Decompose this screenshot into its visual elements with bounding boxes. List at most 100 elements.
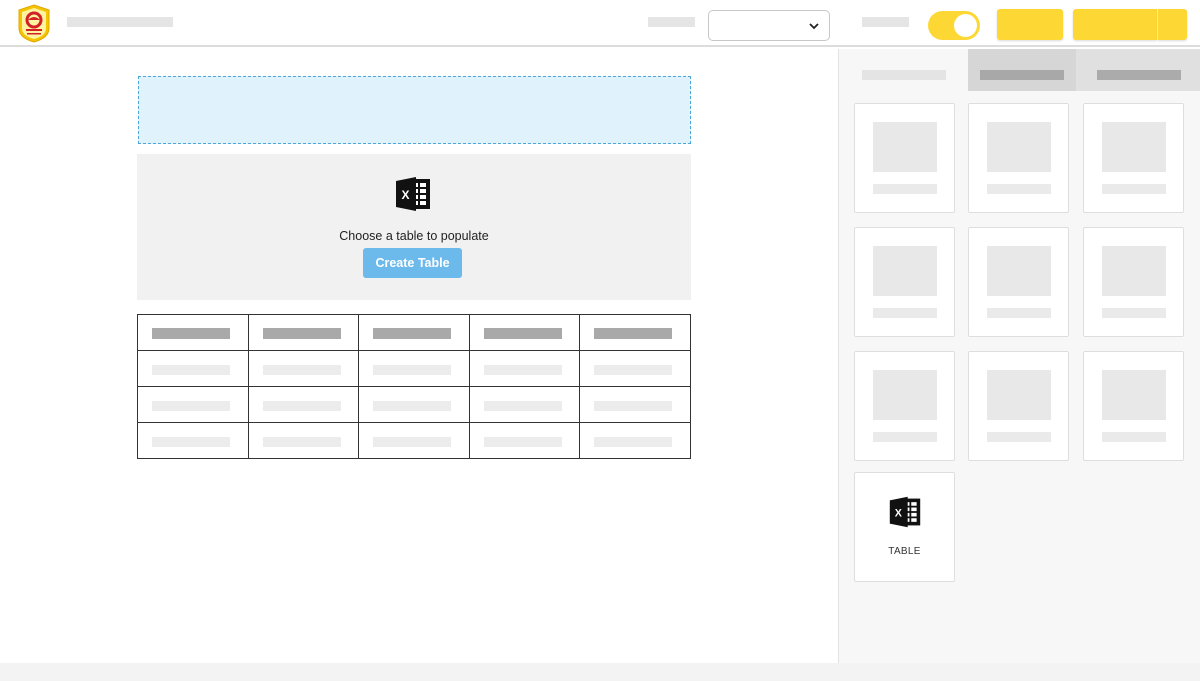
drop-zone[interactable] [138, 76, 691, 144]
cell-placeholder [483, 437, 562, 447]
toggle-knob [954, 14, 977, 37]
table-header-cell[interactable] [468, 314, 581, 351]
widget-thumbnail [873, 122, 937, 172]
table-header-row [137, 314, 691, 351]
widget-label-placeholder [873, 432, 937, 442]
widget-thumbnail [987, 246, 1051, 296]
widget-label-placeholder [1102, 184, 1166, 194]
excel-icon: X [889, 496, 921, 528]
svg-text:X: X [895, 507, 903, 519]
cell-placeholder [594, 365, 673, 375]
widget-label-placeholder [987, 184, 1051, 194]
cell-placeholder [152, 365, 230, 375]
brand-logo-icon[interactable] [17, 4, 51, 43]
table-widget-label: TABLE [888, 546, 921, 557]
widget-tile[interactable] [854, 103, 955, 213]
excel-icon: X [396, 177, 430, 211]
document-title-placeholder[interactable] [67, 17, 173, 27]
widget-thumbnail [873, 246, 937, 296]
svg-text:X: X [401, 188, 409, 202]
data-table[interactable] [137, 314, 691, 459]
header-placeholder [594, 328, 673, 339]
cell-placeholder [373, 437, 452, 447]
table-cell[interactable] [247, 386, 360, 423]
field-label-placeholder [648, 17, 695, 27]
table-header-cell[interactable] [358, 314, 470, 351]
toolbar-button[interactable] [997, 9, 1063, 40]
widget-thumbnail [1102, 370, 1166, 420]
widget-tile[interactable] [968, 103, 1069, 213]
action-menu-button[interactable] [1158, 9, 1187, 40]
table-cell[interactable] [137, 350, 249, 387]
sidebar-tab-1[interactable] [839, 49, 968, 91]
table-cell[interactable] [358, 350, 470, 387]
table-cell[interactable] [358, 386, 470, 423]
table-cell[interactable] [468, 386, 581, 423]
widget-thumbnail [1102, 246, 1166, 296]
table-header-cell[interactable] [579, 314, 691, 351]
table-cell[interactable] [137, 422, 249, 459]
table-row [137, 422, 691, 459]
widget-thumbnail [1102, 122, 1166, 172]
header-placeholder [152, 328, 230, 339]
widget-thumbnail [873, 370, 937, 420]
widget-label-placeholder [873, 308, 937, 318]
table-cell[interactable] [468, 350, 581, 387]
widget-tile[interactable] [968, 227, 1069, 337]
widget-tile[interactable] [968, 351, 1069, 461]
widget-thumbnail [987, 122, 1051, 172]
header-placeholder [483, 328, 562, 339]
tab-label-placeholder [1096, 70, 1181, 80]
table-cell[interactable] [579, 422, 691, 459]
header-placeholder [262, 328, 341, 339]
widget-tile[interactable] [1083, 103, 1184, 213]
create-table-button[interactable]: Create Table [363, 248, 462, 278]
table-row [137, 386, 691, 423]
sidebar-tab-3[interactable] [1076, 49, 1200, 91]
primary-action-button[interactable] [1073, 9, 1157, 40]
cell-placeholder [152, 401, 230, 411]
table-cell[interactable] [468, 422, 581, 459]
table-widget-tile[interactable]: X TABLE [854, 472, 955, 582]
cell-placeholder [594, 401, 673, 411]
widget-tile[interactable] [1083, 227, 1184, 337]
populate-message: Choose a table to populate [339, 229, 489, 243]
table-cell[interactable] [579, 350, 691, 387]
widget-thumbnail [987, 370, 1051, 420]
table-cell[interactable] [579, 386, 691, 423]
top-toolbar [0, 0, 1200, 47]
table-populate-panel: X Choose a table to populate Create Tabl… [137, 154, 691, 300]
bottom-strip [0, 663, 1200, 681]
widget-tile[interactable] [1083, 351, 1184, 461]
cell-placeholder [152, 437, 230, 447]
cell-placeholder [483, 401, 562, 411]
widget-label-placeholder [1102, 432, 1166, 442]
editor-canvas: X Choose a table to populate Create Tabl… [0, 49, 838, 663]
widget-label-placeholder [987, 308, 1051, 318]
header-placeholder [373, 328, 452, 339]
widget-tile[interactable] [854, 227, 955, 337]
table-cell[interactable] [358, 422, 470, 459]
table-row [137, 350, 691, 387]
widget-tile[interactable] [854, 351, 955, 461]
table-cell[interactable] [247, 422, 360, 459]
tab-label-placeholder [980, 70, 1064, 80]
toggle-switch[interactable] [928, 11, 980, 40]
toggle-label-placeholder [862, 17, 909, 27]
cell-placeholder [262, 365, 341, 375]
options-dropdown[interactable] [708, 10, 830, 41]
cell-placeholder [594, 437, 673, 447]
table-header-cell[interactable] [137, 314, 249, 351]
cell-placeholder [483, 365, 562, 375]
widget-label-placeholder [987, 432, 1051, 442]
sidebar-tab-2[interactable] [968, 49, 1076, 91]
cell-placeholder [262, 437, 341, 447]
table-cell[interactable] [137, 386, 249, 423]
widget-label-placeholder [1102, 308, 1166, 318]
table-cell[interactable] [247, 350, 360, 387]
table-header-cell[interactable] [247, 314, 360, 351]
widget-label-placeholder [873, 184, 937, 194]
cell-placeholder [373, 365, 452, 375]
cell-placeholder [262, 401, 341, 411]
chevron-down-icon [809, 23, 819, 30]
